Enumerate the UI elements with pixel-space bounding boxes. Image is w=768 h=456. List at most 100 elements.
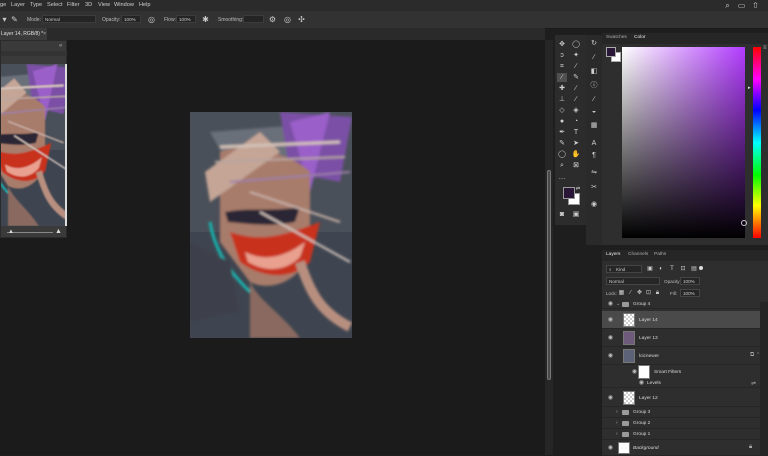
healing-tool-icon[interactable]: ✚ (557, 84, 567, 93)
libraries-panel-icon[interactable]: ▦ (589, 121, 599, 130)
frame-tool-icon[interactable]: ⊠ (571, 161, 581, 170)
zoom-out-icon[interactable]: ▲ (8, 229, 14, 235)
path-selection-tool-icon[interactable]: ✎ (557, 139, 567, 148)
layer-row-layer-14[interactable]: ◉ Layer 14 (602, 311, 760, 329)
eye-icon[interactable]: ◉ (607, 301, 614, 308)
filter-adjustment-icon[interactable]: ◐ (657, 265, 665, 273)
eye-icon[interactable]: ◉ (607, 317, 614, 324)
menu-view[interactable]: View (98, 2, 110, 8)
menu-filter[interactable]: Filter (67, 2, 79, 8)
menu-type[interactable]: Type (30, 2, 42, 8)
layer-filter-kind[interactable]: ⌕ Kind (606, 265, 642, 273)
marquee-tool-icon[interactable]: ◯ (571, 40, 581, 49)
layer-row-levels-filter[interactable]: ◉ Levels ⇌ (602, 379, 760, 388)
layer-row-smart-filters[interactable]: ◉ Smart Filters (602, 365, 760, 379)
eye-icon[interactable]: ◉ (607, 353, 614, 360)
brush-settings-panel-icon[interactable]: ∕ (589, 53, 599, 62)
character-panel-icon[interactable]: A (589, 139, 599, 148)
properties-panel-icon[interactable]: ◧ (589, 67, 599, 76)
pressure-opacity-icon[interactable]: ◎ (147, 15, 156, 24)
screen-mode-icon[interactable]: ▣ (571, 210, 581, 219)
chevron-right-icon[interactable]: › (616, 420, 618, 426)
lock-artboard-icon[interactable]: ⊡ (645, 289, 652, 297)
ellipse-tool-icon[interactable]: ◯ (557, 150, 567, 159)
eye-icon[interactable]: ◉ (607, 335, 614, 342)
history-panel-icon[interactable]: ↻ (589, 39, 599, 48)
3d-panel-icon[interactable]: ◉ (589, 200, 599, 209)
tool-preset-chevron-icon[interactable]: ▾ (0, 15, 9, 24)
layer-opacity-field[interactable]: 100% (680, 277, 700, 285)
eraser-tool-icon[interactable]: ◇ (557, 106, 567, 115)
eye-icon[interactable]: ◉ (638, 380, 645, 387)
chevron-right-icon[interactable]: › (616, 431, 618, 437)
tab-paths[interactable]: Paths (654, 252, 666, 257)
eye-icon[interactable]: ◉ (631, 369, 638, 376)
magic-wand-tool-icon[interactable]: ✦ (571, 51, 581, 60)
filter-toggle-icon[interactable] (699, 266, 703, 270)
pressure-size-icon[interactable]: ◎ (283, 15, 292, 24)
type-tool-icon[interactable]: T (571, 128, 581, 137)
history-brush-tool-icon[interactable]: ∕ (571, 95, 581, 104)
lock-image-icon[interactable]: ∕ (627, 289, 634, 297)
tab-channels[interactable]: Channels (628, 252, 648, 257)
layer-row-background[interactable]: ◉ Background 🔒︎ (602, 440, 760, 456)
dodge-tool-icon[interactable]: ◔ (571, 117, 581, 126)
mixer-brush-tool-icon[interactable]: ∕ (571, 84, 581, 93)
tab-layers[interactable]: Layers (606, 252, 620, 257)
lasso-tool-icon[interactable]: ↄ (557, 51, 567, 60)
brush-tool-icon[interactable]: ∕ (557, 73, 567, 82)
hue-slider[interactable] (753, 47, 761, 238)
blur-tool-icon[interactable]: ● (557, 117, 567, 126)
menu-3d[interactable]: 3D (85, 2, 92, 8)
smoothing-gear-icon[interactable]: ⚙ (268, 15, 277, 24)
pencil-tool-icon[interactable]: ✎ (571, 73, 581, 82)
paragraph-panel-icon[interactable]: ¶ (589, 151, 599, 160)
eye-icon[interactable]: ◉ (607, 445, 614, 452)
search-icon[interactable]: ⌕ (723, 1, 732, 10)
adjustments-panel-icon[interactable]: ◒ (589, 107, 599, 116)
layer-row-group-1[interactable]: › Group 1 (602, 429, 760, 440)
crop-tool-icon[interactable]: ⌗ (557, 62, 567, 71)
smoothing-field[interactable] (243, 15, 264, 23)
menu-layer[interactable]: Layer (11, 2, 25, 8)
color-panel-foreground-swatch[interactable] (606, 47, 616, 57)
chevron-down-icon[interactable]: ⌄ (616, 301, 620, 307)
filter-pixel-icon[interactable]: ▣ (646, 265, 654, 273)
eye-icon[interactable]: ◉ (607, 395, 614, 402)
zoom-in-icon[interactable]: ▲ (55, 228, 62, 235)
hand-tool-icon[interactable]: ✋ (571, 150, 581, 159)
clone-stamp-tool-icon[interactable]: ⊥ (557, 95, 567, 104)
direct-selection-tool-icon[interactable]: ➤ (571, 139, 581, 148)
layer-row-group-4[interactable]: ◉ ⌄ Group 4 (602, 300, 760, 309)
layers-scrollbar[interactable] (760, 302, 768, 456)
navigator-collapse-icon[interactable]: « (59, 43, 62, 49)
lock-transparent-icon[interactable]: ▦ (618, 289, 625, 297)
menu-help[interactable]: Help (139, 2, 151, 8)
canvas-vertical-scrollbar[interactable] (545, 40, 553, 455)
document-tab[interactable]: Layer 14, RGB/8) * × (0, 28, 47, 40)
menu-image[interactable]: ge (0, 2, 6, 8)
zoom-tool-icon[interactable]: ⌕ (557, 161, 567, 170)
airbrush-icon[interactable]: ✱ (201, 15, 210, 24)
blend-mode-select[interactable]: Normal (606, 277, 660, 285)
layer-row-layer-13[interactable]: ◉ Layer 13 (602, 329, 760, 347)
filter-options-icon[interactable]: ⇌ (751, 380, 756, 387)
layer-row-layer-12[interactable]: ◉ Layer 12 (602, 389, 760, 407)
lock-all-icon[interactable]: 🔒︎ (654, 289, 661, 297)
color-panel-menu-icon[interactable]: ≡ (763, 45, 767, 51)
mode-select[interactable]: Normal (42, 15, 96, 23)
pen-tool-icon[interactable]: ✒ (557, 128, 567, 137)
layer-row-group-3[interactable]: › Group 3 (602, 407, 760, 418)
quick-mask-icon[interactable]: ◙ (557, 210, 567, 219)
layer-row-smart-object[interactable]: ◉ lcicnewer ⧉ ⌃ (602, 347, 760, 365)
filter-smart-object-icon[interactable]: ▤ (690, 265, 698, 273)
info-panel-icon[interactable]: ⓘ (589, 81, 599, 90)
filter-shape-icon[interactable]: ⊡ (679, 265, 687, 273)
brushes-panel-icon[interactable]: ∕ (589, 95, 599, 104)
eyedropper-tool-icon[interactable]: ∕ (571, 62, 581, 71)
menu-window[interactable]: Window (114, 2, 134, 8)
paint-bucket-tool-icon[interactable]: ◈ (571, 106, 581, 115)
opacity-field[interactable]: 100% (121, 15, 141, 23)
close-tab-icon[interactable]: × (43, 28, 46, 40)
move-tool-icon[interactable]: ✥ (557, 40, 567, 49)
